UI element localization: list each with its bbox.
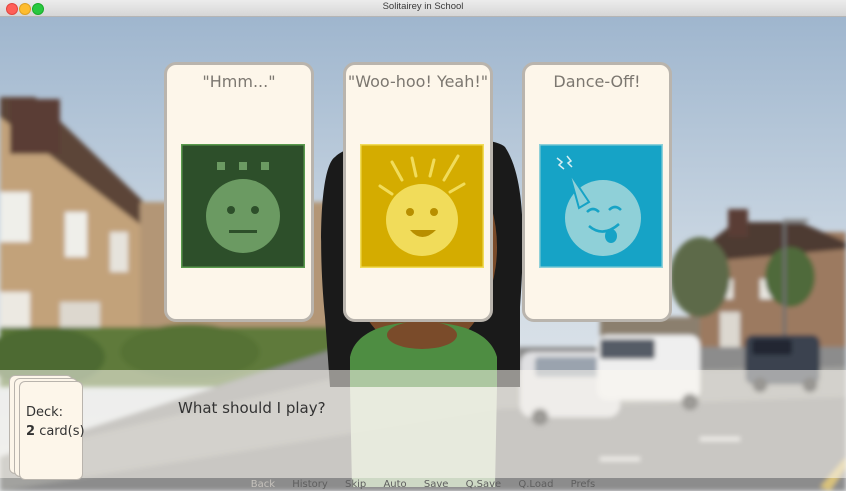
quick-menu: Back History Skip Auto Save Q.Save Q.Loa… [0, 478, 846, 491]
card-label: "Woo-hoo! Yeah!" [347, 72, 489, 91]
party-face-icon [539, 144, 663, 268]
card-label: Dance-Off! [553, 72, 641, 91]
game-window: Solitairey in School "Hmm..." "Woo-hoo! … [0, 0, 846, 491]
deck-count: 2 card(s) [26, 424, 85, 439]
deck-count-unit: card(s) [39, 424, 85, 439]
skip-button[interactable]: Skip [345, 478, 366, 491]
window-title: Solitairey in School [382, 1, 464, 12]
deck-count-number: 2 [26, 424, 36, 439]
history-button[interactable]: History [292, 478, 328, 491]
happy-sun-face-icon [360, 144, 484, 268]
prefs-button[interactable]: Prefs [571, 478, 596, 491]
neutral-face-icon [181, 144, 305, 268]
dialogue-text: What should I play? [178, 399, 326, 417]
deck-label: Deck: [26, 405, 64, 420]
auto-button[interactable]: Auto [383, 478, 406, 491]
card-label: "Hmm..." [202, 72, 276, 91]
choice-card-hmm[interactable]: "Hmm..." [164, 62, 314, 322]
back-button[interactable]: Back [251, 478, 275, 491]
save-button[interactable]: Save [424, 478, 449, 491]
title-bar: Solitairey in School [0, 0, 846, 17]
dialogue-box[interactable] [0, 370, 846, 478]
choice-card-woo-hoo[interactable]: "Woo-hoo! Yeah!" [343, 62, 493, 322]
quick-load-button[interactable]: Q.Load [518, 478, 553, 491]
choice-card-dance-off[interactable]: Dance-Off! [522, 62, 672, 322]
quick-save-button[interactable]: Q.Save [466, 478, 502, 491]
